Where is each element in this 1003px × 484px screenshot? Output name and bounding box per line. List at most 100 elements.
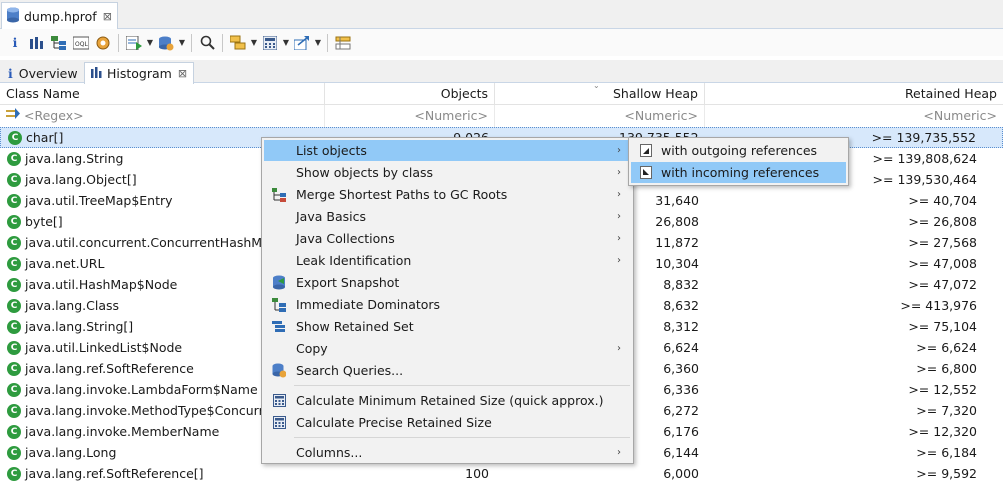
close-tab-icon[interactable]: ⊠ xyxy=(103,10,112,23)
close-tab-icon[interactable]: ⊠ xyxy=(178,67,187,80)
class-name-text: java.lang.invoke.LambdaForm$Name xyxy=(25,382,258,397)
submenu-arrow-icon: › xyxy=(617,343,621,354)
retained-heap-cell: >= 6,800 xyxy=(916,361,977,376)
menu-item-immediate-dominators[interactable]: Immediate Dominators xyxy=(264,294,631,315)
menu-item-list-objects[interactable]: List objects › xyxy=(264,140,631,161)
column-header-class-name[interactable]: Class Name xyxy=(0,83,325,105)
table-row[interactable]: Cjava.lang.ref.SoftReference[] 100 6,000 >=… xyxy=(0,463,1003,484)
run-report-icon[interactable] xyxy=(123,32,145,54)
class-name-text: java.net.URL xyxy=(25,256,105,271)
menu-item-label: Java Basics xyxy=(296,209,366,224)
menu-item-label: Show Retained Set xyxy=(296,319,414,334)
menu-item-label: Search Queries... xyxy=(296,363,404,378)
class-name-text: java.util.HashMap$Node xyxy=(25,277,178,292)
class-name-text: java.lang.String xyxy=(25,151,124,166)
class-name-text: java.lang.invoke.MemberName xyxy=(25,424,220,439)
class-name-text: java.lang.Object[] xyxy=(25,172,137,187)
column-header-shallow-heap-label: Shallow Heap xyxy=(613,86,698,101)
query-browser-icon[interactable] xyxy=(155,32,177,54)
filter-row: <Regex> <Numeric> <Numeric> <Numeric> xyxy=(0,105,1003,127)
class-icon: C xyxy=(7,235,21,250)
menu-item-merge-shortest-paths-to-gc-roots[interactable]: Merge Shortest Paths to GC Roots › xyxy=(264,184,631,205)
retained-heap-cell: >= 40,704 xyxy=(908,193,977,208)
group-by-dropdown-icon[interactable]: ▼ xyxy=(249,38,259,47)
menu-item-leak-identification[interactable]: Leak Identification › xyxy=(264,250,631,271)
run-report-dropdown-icon[interactable]: ▼ xyxy=(145,38,155,47)
class-icon: C xyxy=(7,256,21,271)
tab-overview-label: Overview xyxy=(18,65,78,81)
export-icon[interactable] xyxy=(291,32,313,54)
menu-item-show-objects-by-class[interactable]: Show objects by class › xyxy=(264,162,631,183)
class-name-text: java.lang.Class xyxy=(25,298,120,313)
menu-item-label: with incoming references xyxy=(661,165,820,180)
menu-item-calculate-minimum-retained-size-quick-approx[interactable]: Calculate Minimum Retained Size (quick a… xyxy=(264,390,631,411)
oql-icon[interactable]: OQL xyxy=(70,32,92,54)
class-icon: C xyxy=(7,193,21,208)
tab-histogram[interactable]: Histogram ⊠ xyxy=(84,62,195,84)
retained-heap-cell: >= 26,808 xyxy=(908,214,977,229)
menu-item-label: List objects xyxy=(296,143,367,158)
calculate-retained-icon[interactable] xyxy=(259,32,281,54)
retained-heap-cell: >= 12,552 xyxy=(908,382,977,397)
retained-heap-filter[interactable]: <Numeric> xyxy=(705,105,1003,127)
menu-item-columns[interactable]: Columns... › xyxy=(264,442,631,463)
file-tab-dump-hprof[interactable]: dump.hprof ⊠ xyxy=(1,2,118,29)
menu-item-search-queries[interactable]: Search Queries... xyxy=(264,360,631,381)
submenu-arrow-icon: › xyxy=(617,447,621,458)
search-queries-icon xyxy=(264,363,294,378)
class-name-text: java.util.TreeMap$Entry xyxy=(25,193,173,208)
menu-item-export-snapshot[interactable]: Export Snapshot xyxy=(264,272,631,293)
menu-item-label: Calculate Precise Retained Size xyxy=(296,415,492,430)
submenu-arrow-icon: › xyxy=(617,211,621,222)
menu-item-label: Leak Identification xyxy=(296,253,412,268)
class-icon: C xyxy=(7,424,21,439)
menu-separator xyxy=(294,385,630,386)
class-name-filter[interactable]: <Regex> xyxy=(0,105,325,127)
menu-item-label: Columns... xyxy=(296,445,363,460)
calculator-icon xyxy=(264,394,294,407)
menu-item-java-collections[interactable]: Java Collections › xyxy=(264,228,631,249)
toolbar-separator xyxy=(118,33,119,52)
class-name-text: java.lang.String[] xyxy=(25,319,134,334)
class-icon: C xyxy=(7,298,21,313)
view-tab-bar: i Overview Histogram ⊠ xyxy=(0,60,1003,84)
menu-item-label: Show objects by class xyxy=(296,165,434,180)
column-header-shallow-heap[interactable]: ⌄ Shallow Heap xyxy=(495,81,705,105)
objects-filter[interactable]: <Numeric> xyxy=(325,105,495,127)
class-icon: C xyxy=(7,445,21,460)
column-header-retained-heap[interactable]: Retained Heap xyxy=(705,83,1003,105)
menu-item-with-outgoing-references[interactable]: with outgoing references xyxy=(631,140,846,161)
shallow-heap-filter[interactable]: <Numeric> xyxy=(495,105,705,127)
group-by-icon[interactable] xyxy=(227,32,249,54)
class-name-filter-placeholder: <Regex> xyxy=(24,108,84,123)
query-browser-dropdown-icon[interactable]: ▼ xyxy=(177,38,187,47)
class-icon: C xyxy=(7,361,21,376)
search-icon[interactable] xyxy=(196,32,218,54)
menu-item-calculate-precise-retained-size[interactable]: Calculate Precise Retained Size xyxy=(264,412,631,433)
menu-item-label: Merge Shortest Paths to GC Roots xyxy=(296,187,508,202)
menu-item-show-retained-set[interactable]: Show Retained Set xyxy=(264,316,631,337)
histogram-icon xyxy=(91,66,102,81)
export-dropdown-icon[interactable]: ▼ xyxy=(313,38,323,47)
dominator-tree-icon[interactable] xyxy=(48,32,70,54)
column-header-objects[interactable]: Objects xyxy=(325,83,495,105)
customize-icon[interactable] xyxy=(332,32,354,54)
outgoing-references-icon xyxy=(631,144,661,157)
menu-item-label: Immediate Dominators xyxy=(296,297,441,312)
table-header: Class Name Objects ⌄ Shallow Heap Retain… xyxy=(0,81,1003,105)
class-icon: C xyxy=(7,214,21,229)
class-icon: C xyxy=(7,172,21,187)
menu-item-java-basics[interactable]: Java Basics › xyxy=(264,206,631,227)
thread-overview-icon[interactable] xyxy=(92,32,114,54)
incoming-references-icon xyxy=(631,166,661,179)
menu-item-with-incoming-references[interactable]: with incoming references xyxy=(631,162,846,183)
tab-overview[interactable]: i Overview xyxy=(2,62,84,84)
class-icon: C xyxy=(7,340,21,355)
class-name-text: char[] xyxy=(26,130,64,145)
menu-item-label: Export Snapshot xyxy=(296,275,400,290)
toolbar-separator xyxy=(222,33,223,52)
calculate-retained-dropdown-icon[interactable]: ▼ xyxy=(281,38,291,47)
histogram-icon[interactable] xyxy=(26,32,48,54)
menu-item-copy[interactable]: Copy › xyxy=(264,338,631,359)
info-icon[interactable]: i xyxy=(4,32,26,54)
